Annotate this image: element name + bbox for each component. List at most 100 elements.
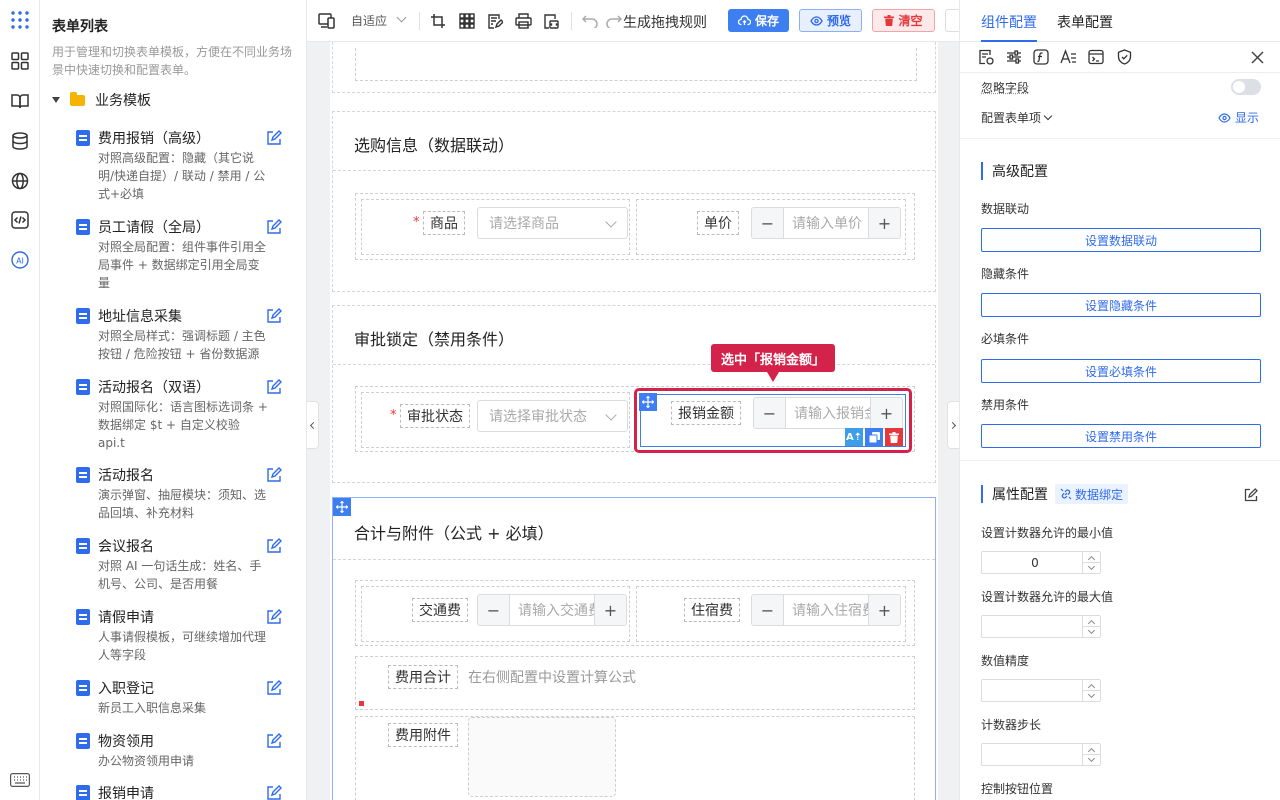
collapse-right-button[interactable] [947, 401, 959, 449]
book-icon[interactable] [9, 90, 31, 112]
sliders-icon[interactable] [1005, 48, 1023, 66]
i18n-icon[interactable]: A⇡ [845, 428, 863, 446]
undo-icon[interactable] [581, 12, 599, 30]
form-item-unit-price[interactable]: 单价 − 请输入单价 + [636, 199, 906, 255]
print-icon[interactable] [514, 12, 532, 30]
precision-input[interactable] [981, 679, 1101, 702]
set-required-condition-button[interactable]: 设置必填条件 [981, 359, 1261, 383]
cloud-upload-icon [737, 15, 751, 26]
group-label: 业务模板 [95, 93, 151, 109]
form-item-transport[interactable]: 交通费 − 请输入交通费 + [361, 586, 630, 642]
clear-button[interactable]: 清空 [872, 9, 935, 32]
preview-button[interactable]: 预览 [799, 9, 862, 32]
copy-icon[interactable] [865, 428, 883, 446]
set-hide-condition-button[interactable]: 设置隐藏条件 [981, 293, 1261, 317]
approval-status-select[interactable]: 请选择审批状态 [477, 400, 628, 432]
plus-icon[interactable]: + [868, 208, 900, 238]
json-icon[interactable] [542, 12, 560, 30]
ai-icon[interactable]: AI [9, 249, 31, 271]
transport-stepper[interactable]: − 请输入交通费 + [477, 594, 627, 626]
globe-icon[interactable] [9, 170, 31, 192]
redo-icon[interactable] [605, 12, 623, 30]
minus-icon[interactable]: − [752, 208, 784, 238]
apps-grid-icon[interactable] [9, 9, 31, 31]
function-icon[interactable] [1032, 48, 1050, 66]
edit-icon[interactable] [266, 538, 282, 554]
max-value-input[interactable] [981, 615, 1101, 638]
config-items-label[interactable]: 配置表单项 [981, 109, 1053, 126]
keyboard-icon[interactable] [9, 769, 31, 791]
device-icon[interactable] [318, 12, 336, 30]
drag-handle-icon[interactable] [333, 498, 351, 516]
gen-rules-button[interactable]: 生成拖拽规则 [623, 12, 707, 32]
edit-icon[interactable] [266, 733, 282, 749]
form-item-total[interactable]: 费用合计 在右侧配置中设置计算公式 [355, 656, 915, 710]
database-icon[interactable] [9, 130, 31, 152]
close-icon[interactable] [1248, 48, 1266, 66]
form-item-attachment[interactable]: 费用附件 [355, 716, 915, 800]
form-item-hotel[interactable]: 住宿费 − 请输入住宿费 + [636, 586, 906, 642]
plus-icon[interactable]: + [868, 595, 900, 625]
text-style-icon[interactable] [1059, 48, 1077, 66]
plus-icon[interactable]: + [870, 398, 902, 428]
plus-icon[interactable]: + [594, 595, 626, 625]
min-value-input[interactable]: 0 [981, 551, 1101, 574]
advanced-config-heading: 高级配置 [981, 162, 1048, 180]
template-desc: 办公物资领用申请 [98, 754, 195, 768]
form-section[interactable]: 合计与附件（公式 + 必填） 交通费 − 请输入交通费 + 住宿费 − 请输入住… [332, 497, 936, 800]
unit-price-stepper[interactable]: − 请输入单价 + [751, 207, 901, 239]
delete-icon[interactable] [885, 428, 903, 446]
product-select[interactable]: 请选择商品 [477, 207, 628, 239]
qrcode-icon[interactable] [458, 12, 476, 30]
fit-select[interactable]: 自适应 [351, 12, 387, 29]
edit-icon[interactable] [266, 680, 282, 696]
save-button[interactable]: 保存 [728, 9, 789, 32]
props-config-heading: 属性配置 [981, 485, 1048, 503]
drag-handle-icon[interactable] [639, 393, 657, 411]
link-icon [1060, 488, 1072, 500]
hotel-stepper[interactable]: − 请输入住宿费 + [751, 594, 901, 626]
edit-icon[interactable] [1244, 488, 1258, 502]
required-condition-label: 必填条件 [981, 332, 1030, 346]
minus-icon[interactable]: − [478, 595, 510, 625]
selected-component-outline[interactable]: 报销金额 − 请输入报销金额 + A⇡ [634, 388, 912, 453]
edit-icon[interactable] [266, 130, 282, 146]
edit-icon[interactable] [266, 308, 282, 324]
edit-icon[interactable] [266, 467, 282, 483]
minus-icon[interactable]: − [754, 398, 786, 428]
set-linkage-button[interactable]: 设置数据联动 [981, 228, 1261, 252]
components-icon[interactable] [9, 50, 31, 72]
edit-doc-icon[interactable] [486, 12, 504, 30]
data-binding-tag[interactable]: 数据绑定 [1055, 484, 1129, 504]
form-settings-icon[interactable] [977, 48, 995, 66]
code-window-icon[interactable] [1087, 48, 1105, 66]
template-desc: 对照全局配置：组件事件引用全局事件 + 数据绑定引用全局变量 [98, 240, 267, 290]
amount-stepper[interactable]: − 请输入报销金额 + [753, 397, 903, 429]
minus-icon[interactable]: − [752, 595, 784, 625]
show-toggle[interactable]: 显示 [1218, 109, 1259, 126]
code-icon[interactable] [9, 209, 31, 231]
edit-icon[interactable] [266, 785, 282, 800]
form-section[interactable]: 选购信息（数据联动） * 商品 请选择商品 单价 − 请输入单价 + [332, 111, 936, 292]
chevron-down-icon [605, 216, 617, 228]
step-input[interactable] [981, 743, 1101, 766]
ignore-field-switch[interactable] [1231, 79, 1261, 95]
edit-icon[interactable] [266, 219, 282, 235]
set-disable-condition-button[interactable]: 设置禁用条件 [981, 424, 1261, 448]
more-button[interactable] [945, 9, 959, 32]
divider [419, 12, 420, 30]
config-items-text: 配置表单项 [981, 111, 1042, 125]
edit-icon[interactable] [266, 379, 282, 395]
form-item-approval-status[interactable]: * 审批状态 请选择审批状态 [361, 392, 630, 448]
template-group[interactable]: 业务模板 [52, 90, 151, 110]
resize-dot[interactable] [359, 701, 364, 706]
shield-icon[interactable] [1115, 48, 1133, 66]
crop-icon[interactable] [429, 12, 447, 30]
upload-area[interactable] [468, 717, 616, 797]
tab-form-config[interactable]: 表单配置 [1057, 12, 1113, 32]
form-item-product[interactable]: * 商品 请选择商品 [361, 199, 630, 255]
edit-icon[interactable] [266, 609, 282, 625]
collapse-left-button[interactable] [307, 401, 319, 449]
chevron-down-icon [1043, 111, 1053, 121]
tab-component-config[interactable]: 组件配置 [981, 12, 1037, 32]
